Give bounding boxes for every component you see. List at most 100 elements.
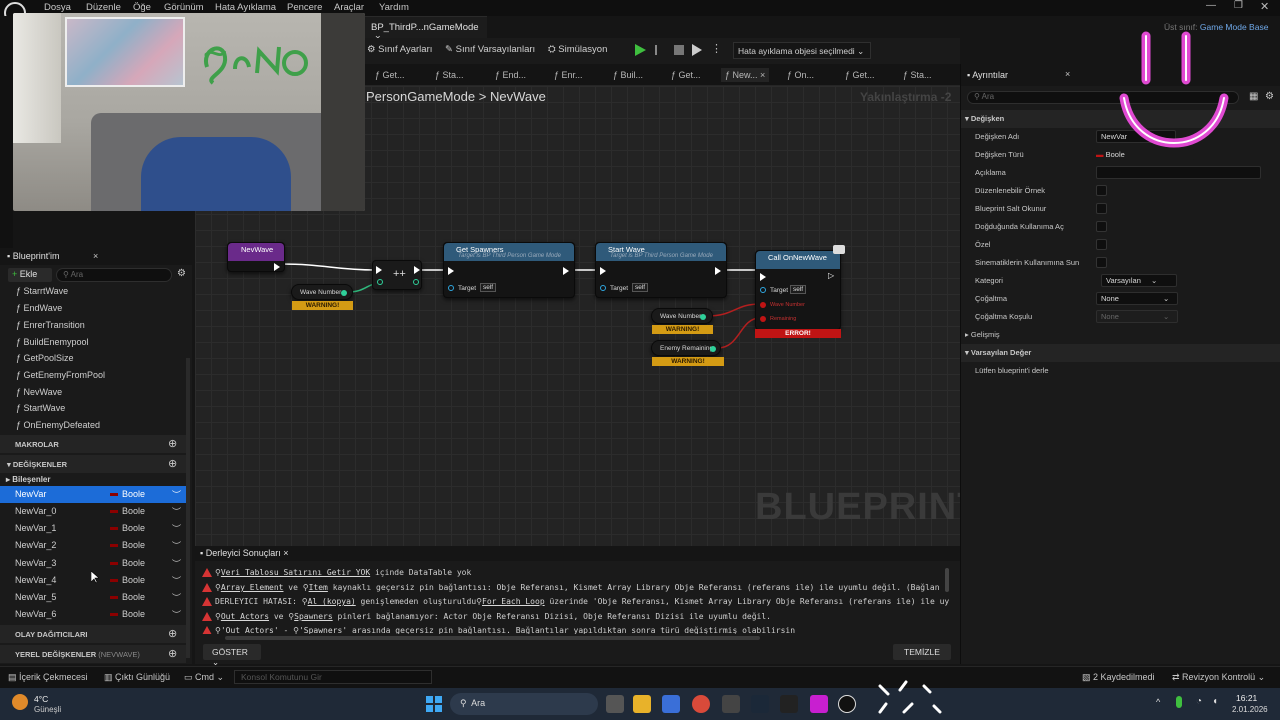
weather-icon[interactable] <box>12 694 28 710</box>
exec-out-pin[interactable]: ▷ <box>828 271 834 280</box>
section-dispatchers[interactable]: OLAY DAĞITICILARI ⊕ <box>0 625 186 643</box>
compiler-close-icon[interactable]: × <box>283 548 288 558</box>
description-field[interactable] <box>1096 166 1261 179</box>
clear-button[interactable]: TEMİZLE <box>893 644 951 660</box>
log-line[interactable]: ⚲'Out Actors' - ⚲'Spawners' arasında geç… <box>215 626 795 634</box>
log-line[interactable]: ⚲Veri Tablosu Satırını Getir YOK içinde … <box>215 568 471 577</box>
replication-dropdown[interactable]: None ⌄ <box>1096 292 1178 305</box>
content-drawer-button[interactable]: ▤ İçerik Çekmecesi <box>8 672 88 683</box>
log-link[interactable]: Spawners <box>294 612 333 621</box>
settings-gear-icon[interactable]: ⚙ <box>177 268 186 279</box>
settings-gear-icon[interactable]: ⚙ <box>1265 91 1274 102</box>
search-input[interactable]: ⚲ Ara <box>56 268 172 282</box>
int-pin[interactable] <box>341 290 347 296</box>
step-icon[interactable] <box>655 45 665 55</box>
exec-in-pin[interactable] <box>376 266 382 274</box>
simulation-button[interactable]: ⛭ Simülasyon <box>548 44 607 55</box>
eye-icon[interactable]: ︶ <box>172 608 181 621</box>
exec-out-pin[interactable] <box>414 266 420 274</box>
function-item[interactable]: ƒ BuildEnemypool <box>0 337 186 354</box>
exec-out-pin[interactable] <box>563 267 569 275</box>
target-pin[interactable] <box>448 285 454 291</box>
close-window-icon[interactable]: ✕ <box>1260 0 1269 13</box>
int-in-pin[interactable] <box>377 279 383 285</box>
add-circle-icon[interactable]: ⊕ <box>168 457 177 470</box>
exec-in-pin[interactable] <box>760 273 766 281</box>
vertical-scrollbar[interactable] <box>945 568 949 592</box>
menu-window[interactable]: Pencere <box>287 2 322 13</box>
fn-tab[interactable]: ƒ Sta... <box>435 70 464 80</box>
steam-icon[interactable] <box>751 695 769 713</box>
bool-pin[interactable] <box>760 302 766 308</box>
menu-help[interactable]: Yardım <box>379 2 409 13</box>
event-node-nevwave[interactable]: NevWave <box>227 242 285 272</box>
call-onnewwave-node[interactable]: Call OnNewWave ▷ Target self Wave Number… <box>755 250 841 330</box>
section-variables[interactable]: ▾ DEĞİŞKENLER ⊕ <box>0 455 186 473</box>
target-pin[interactable] <box>600 285 606 291</box>
increment-node[interactable]: ++ <box>372 260 422 290</box>
log-link[interactable]: Veri Tablosu Satırını Getir YOK <box>221 568 370 577</box>
variable-row-selected[interactable]: NewVar Boole ︶ <box>0 486 186 503</box>
class-settings-button[interactable]: ⚙ Sınıf Ayarları <box>367 44 432 55</box>
wave-number-var-node-2[interactable]: Wave Number <box>651 308 713 324</box>
unsaved-button[interactable]: ▧ 2 Kaydedilmedi <box>1082 672 1155 683</box>
variable-row[interactable]: NewVar_0 Boole ︶ <box>0 503 186 520</box>
log-link[interactable]: Item <box>309 583 328 592</box>
grid-view-icon[interactable]: ▦ <box>1249 91 1258 102</box>
private-checkbox[interactable] <box>1096 239 1107 250</box>
output-log-button[interactable]: ▥ Çıktı Günlüğü <box>104 672 170 683</box>
scrollbar[interactable] <box>186 358 190 658</box>
clock-date[interactable]: 2.01.2026 <box>1232 705 1268 714</box>
add-button[interactable]: + Ekle <box>8 268 52 282</box>
menu-edit[interactable]: Düzenle <box>86 2 121 13</box>
revision-control-button[interactable]: ⇄ Revizyon Kontrolü ⌄ <box>1172 672 1265 683</box>
eject-icon[interactable] <box>692 44 702 56</box>
log-line[interactable]: ⚲Array Element ve ⚲Item kaynaklı geçersi… <box>215 583 940 592</box>
stop-icon[interactable] <box>674 45 684 55</box>
function-item[interactable]: ƒ EndWave <box>0 303 186 320</box>
log-line[interactable]: DERLEYICI HATASI: ⚲Al (kopya) genişlemed… <box>215 597 949 606</box>
self-value[interactable]: self <box>480 283 497 292</box>
section-macros[interactable]: MAKROLAR ⊕ <box>0 435 186 453</box>
add-circle-icon[interactable]: ⊕ <box>168 627 177 640</box>
fn-tab[interactable]: ƒ Sta... <box>903 70 932 80</box>
menu-tools[interactable]: Araçlar <box>334 2 364 13</box>
fn-tab[interactable]: ƒ On... <box>787 70 814 80</box>
self-value[interactable]: self <box>790 285 807 294</box>
variable-row[interactable]: NewVar_3 Boole ︶ <box>0 555 186 572</box>
epic-games-icon[interactable] <box>780 695 798 713</box>
play-icon[interactable] <box>635 44 646 56</box>
eye-icon[interactable]: ︶ <box>172 539 181 552</box>
fn-tab[interactable]: ƒ Buil... <box>613 70 643 80</box>
log-link[interactable]: 'Out Actors' <box>221 626 279 634</box>
log-link[interactable]: For Each Loop <box>482 597 545 606</box>
readonly-checkbox[interactable] <box>1096 203 1107 214</box>
maximize-icon[interactable]: ❐ <box>1234 0 1243 11</box>
minimize-icon[interactable]: — <box>1206 0 1216 11</box>
fn-tab[interactable]: ƒ Get... <box>671 70 701 80</box>
category-dropdown[interactable]: Varsayılan ⌄ <box>1101 274 1177 287</box>
chevron-up-icon[interactable]: ^ <box>1156 697 1160 707</box>
log-link[interactable]: Array Element <box>221 583 284 592</box>
add-circle-icon[interactable]: ⊕ <box>168 647 177 660</box>
network-icon[interactable]: ◔ <box>1196 696 1202 707</box>
log-link[interactable]: Al (kopya) <box>308 597 356 606</box>
expose-on-spawn-checkbox[interactable] <box>1096 221 1107 232</box>
taskbar-search[interactable]: ⚲ Ara <box>450 693 598 715</box>
menu-file[interactable]: Dosya <box>44 2 71 13</box>
panel-tab[interactable]: ▪ Blueprint'im <box>7 251 59 261</box>
eye-icon[interactable]: ︶ <box>172 505 181 518</box>
bool-pin[interactable] <box>760 316 766 322</box>
document-tab[interactable]: BP_ThirdP...nGameMode × <box>365 16 487 44</box>
log-line[interactable]: ⚲Out Actors ve ⚲Spawners pinleri bağlana… <box>215 612 771 621</box>
compiler-tab[interactable]: ▪ Derleyici Sonuçları × <box>200 548 289 558</box>
store-icon[interactable] <box>662 695 680 713</box>
show-dropdown[interactable]: GÖSTER ⌄ <box>203 644 261 667</box>
menu-debug[interactable]: Hata Ayıklama <box>215 2 276 13</box>
class-defaults-button[interactable]: ✎ Sınıf Varsayılanları <box>445 44 535 55</box>
eye-icon[interactable]: ︶ <box>172 591 181 604</box>
variable-row[interactable]: NewVar_1 Boole ︶ <box>0 520 186 537</box>
fn-tab-active[interactable]: ƒ New... × <box>721 68 770 82</box>
eye-icon[interactable]: ︶ <box>172 574 181 587</box>
int-pin[interactable] <box>700 314 706 320</box>
